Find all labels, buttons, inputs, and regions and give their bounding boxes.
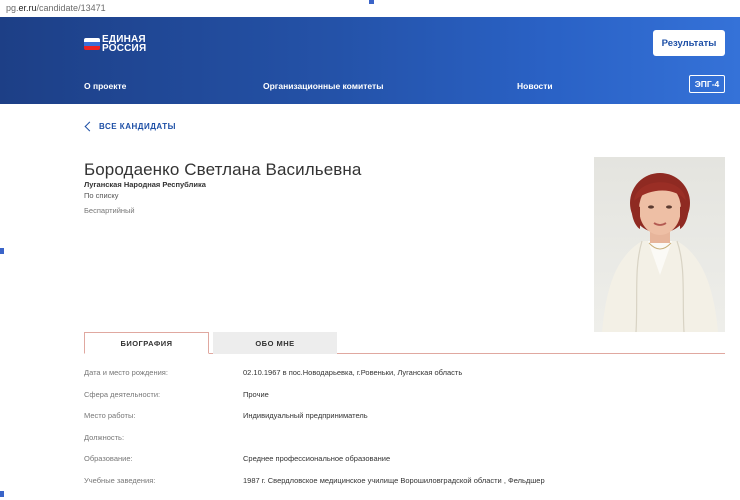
table-row: Образование: Среднее профессиональное об…	[84, 448, 725, 470]
bio-label: Образование:	[84, 454, 133, 464]
profile-tabs: БИОГРАФИЯ ОБО МНЕ	[84, 332, 725, 354]
table-row: Сфера деятельности: Прочие	[84, 384, 725, 406]
party-logo[interactable]: ЕДИНАЯ РОССИЯ	[84, 35, 147, 54]
bio-label: Должность:	[84, 432, 125, 442]
candidate-region: Луганская Народная Республика	[84, 180, 206, 189]
url-prefix: pg.	[6, 3, 19, 13]
url-domain: er.ru	[18, 3, 37, 13]
bio-value: 1987 г. Свердловское медицинское училище…	[243, 475, 545, 485]
window-edge-marker	[0, 491, 4, 497]
bio-label: Сфера деятельности:	[84, 389, 161, 399]
table-row: Дата и место рождения: 02.10.1967 в пос.…	[84, 362, 725, 384]
site-header: ЕДИНАЯ РОССИЯ Результаты О проекте Орган…	[0, 17, 740, 104]
table-row: Учебные заведения: 1987 г. Свердловское …	[84, 470, 725, 492]
biography-table: Дата и место рождения: 02.10.1967 в пос.…	[84, 362, 725, 491]
candidate-name: Бородаенко Светлана Васильевна	[84, 160, 362, 179]
table-row: Должность:	[84, 427, 725, 449]
candidate-portrait-illustration	[594, 157, 725, 332]
all-candidates-label: ВСЕ КАНДИДАТЫ	[99, 122, 176, 131]
bio-value: Индивидуальный предприниматель	[243, 411, 368, 421]
candidate-list-type: По списку	[84, 191, 119, 200]
url-path: /candidate/13471	[36, 3, 106, 13]
epg-button[interactable]: ЭПГ-4	[689, 75, 725, 93]
bio-label: Место работы:	[84, 411, 136, 421]
bio-value: Прочие	[243, 389, 269, 399]
window-edge-marker	[369, 0, 374, 4]
bio-value: Среднее профессиональное образование	[243, 454, 391, 464]
bio-label: Учебные заведения:	[84, 475, 156, 485]
bear-flag-icon	[84, 38, 100, 50]
tab-biography[interactable]: БИОГРАФИЯ	[84, 332, 209, 354]
bio-label: Дата и место рождения:	[84, 368, 168, 378]
nav-org-committees[interactable]: Организационные комитеты	[263, 81, 383, 91]
logo-text: ЕДИНАЯ РОССИЯ	[102, 35, 147, 54]
candidate-party-status: Беспартийный	[84, 206, 135, 215]
window-edge-marker	[0, 248, 4, 254]
all-candidates-link[interactable]: ВСЕ КАНДИДАТЫ	[84, 121, 176, 132]
table-row: Место работы: Индивидуальный предпринима…	[84, 405, 725, 427]
tab-about-me[interactable]: ОБО МНЕ	[213, 332, 337, 354]
nav-news[interactable]: Новости	[517, 81, 553, 91]
nav-about-project[interactable]: О проекте	[84, 81, 126, 91]
chevron-left-icon	[84, 121, 95, 132]
candidate-photo	[594, 157, 725, 332]
results-button[interactable]: Результаты	[653, 30, 725, 56]
logo-line-2: РОССИЯ	[102, 43, 147, 54]
bio-value: 02.10.1967 в пос.Новодарьевка, г.Ровеньк…	[243, 368, 463, 378]
